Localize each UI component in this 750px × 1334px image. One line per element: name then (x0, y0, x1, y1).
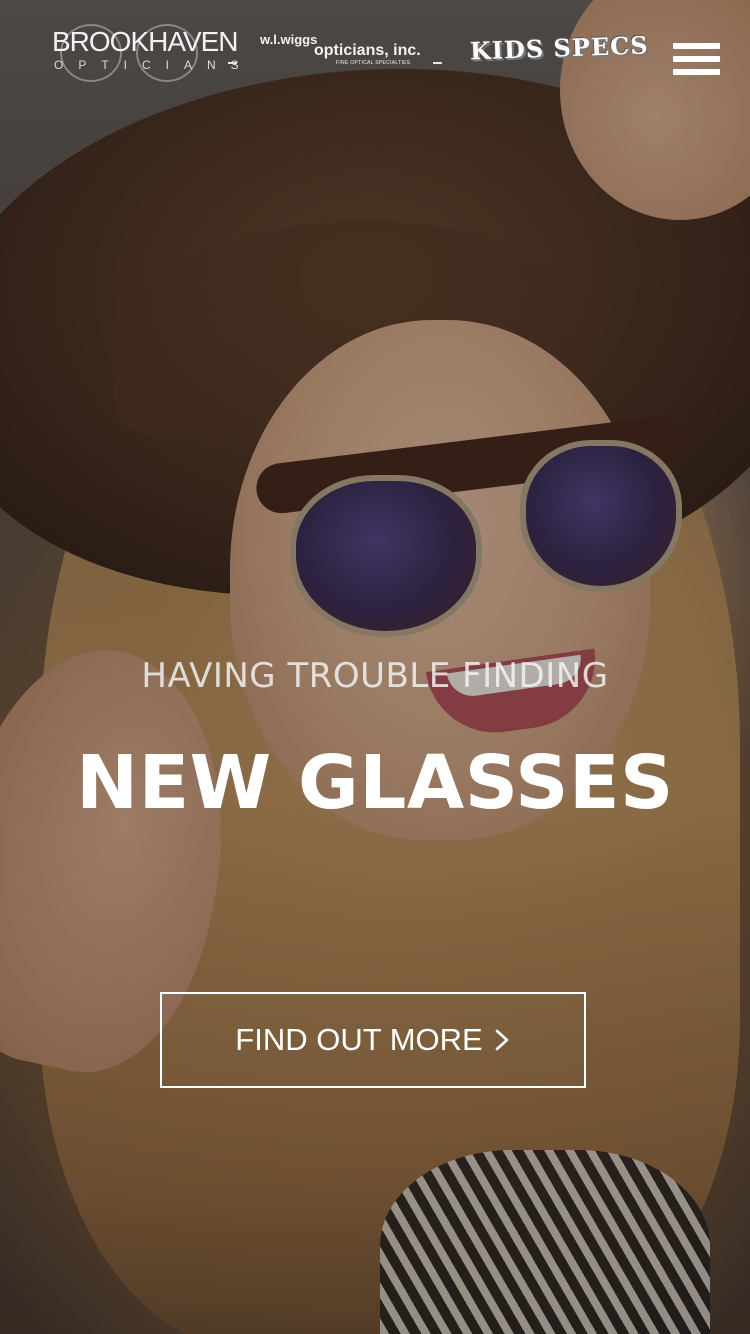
wiggs-logo-line1: w.l.wiggs (260, 32, 318, 47)
brookhaven-opticians-logo[interactable]: BROOKHAVEN OPTICIANS (52, 22, 239, 82)
menu-bar (673, 69, 720, 75)
wl-wiggs-opticians-logo[interactable]: w.l.wiggs opticians, inc. FINE OPTICAL S… (258, 32, 421, 72)
logo-separator (228, 62, 237, 64)
hero-kicker: HAVING TROUBLE FINDING (141, 656, 609, 696)
chevron-right-icon (495, 1029, 509, 1051)
page: BROOKHAVEN OPTICIANS w.l.wiggs opticians… (0, 0, 750, 1334)
find-out-more-button[interactable]: FIND OUT MORE (160, 992, 586, 1088)
hero-headline: NEW GLASSES (76, 740, 674, 826)
wiggs-logo-line2: opticians, inc. (314, 42, 421, 59)
find-out-more-label: FIND OUT MORE (235, 1022, 483, 1057)
brookhaven-logo-subtitle: OPTICIANS (54, 58, 254, 72)
brookhaven-logo-name: BROOKHAVEN (52, 26, 239, 57)
logo-separator (433, 62, 442, 64)
wiggs-logo-tagline: FINE OPTICAL SPECIALTIES (336, 60, 411, 66)
hamburger-menu-icon[interactable] (670, 40, 722, 80)
menu-bar (673, 43, 720, 49)
menu-bar (673, 56, 720, 62)
site-header: BROOKHAVEN OPTICIANS w.l.wiggs opticians… (0, 0, 750, 120)
kids-specs-logo[interactable]: KIDS SPECS (469, 30, 649, 72)
